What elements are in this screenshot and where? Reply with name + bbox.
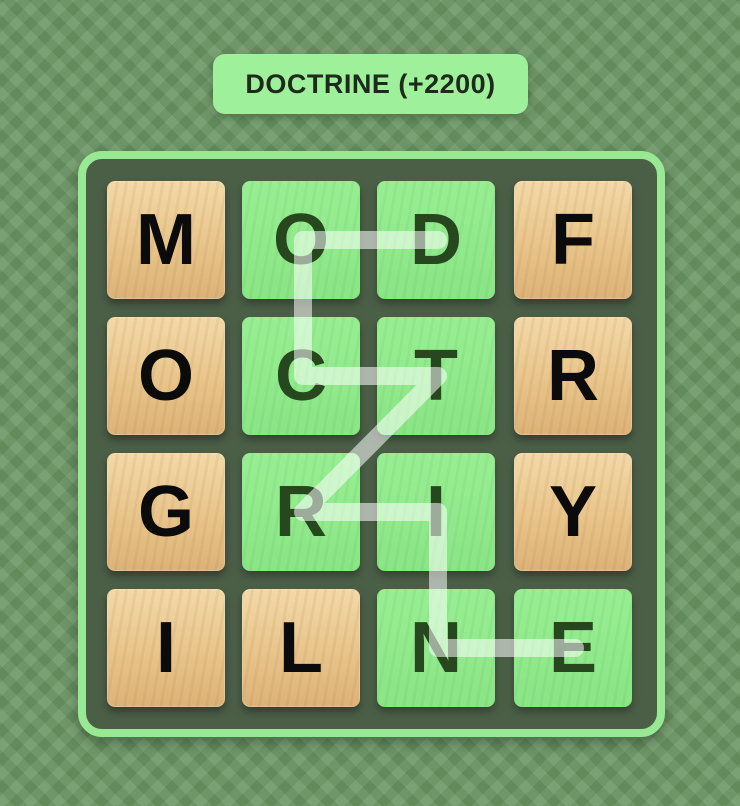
letter-tile[interactable]: R — [514, 317, 632, 435]
tile-letter: T — [414, 336, 458, 416]
tile-letter: C — [275, 336, 327, 416]
found-word-banner: DOCTRINE (+2200) — [213, 54, 528, 114]
tile-letter: F — [551, 200, 595, 280]
tile-letter: R — [547, 336, 599, 416]
tile-letter: L — [279, 608, 323, 688]
tile-letter: N — [410, 608, 462, 688]
letter-tile[interactable]: L — [242, 589, 360, 707]
letter-tile[interactable]: M — [107, 181, 225, 299]
tile-letter: I — [425, 472, 446, 552]
letter-tile[interactable]: G — [107, 453, 225, 571]
tile-letter: O — [272, 200, 329, 280]
letter-tile[interactable]: O — [107, 317, 225, 435]
letter-tile[interactable]: T — [377, 317, 495, 435]
tile-letter: G — [137, 472, 194, 552]
letter-tile[interactable]: D — [377, 181, 495, 299]
letter-tile[interactable]: R — [242, 453, 360, 571]
letter-tile[interactable]: I — [107, 589, 225, 707]
tile-letter: M — [136, 200, 196, 280]
tile-letter: O — [137, 336, 194, 416]
found-word-text: DOCTRINE (+2200) — [245, 68, 496, 99]
letter-tile[interactable]: F — [514, 181, 632, 299]
letter-tile[interactable]: O — [242, 181, 360, 299]
letter-tile[interactable]: I — [377, 453, 495, 571]
tile-letter: I — [155, 608, 176, 688]
tile-letter: E — [548, 608, 598, 688]
tile-letter: D — [410, 200, 462, 280]
tile-letter: R — [275, 472, 327, 552]
letter-tile[interactable]: Y — [514, 453, 632, 571]
letter-tile[interactable]: C — [242, 317, 360, 435]
letter-tile[interactable]: N — [377, 589, 495, 707]
tile-letter: Y — [548, 472, 598, 552]
letter-board: M O D F O C T R G R I Y I L N E — [78, 151, 665, 737]
letter-tile[interactable]: E — [514, 589, 632, 707]
